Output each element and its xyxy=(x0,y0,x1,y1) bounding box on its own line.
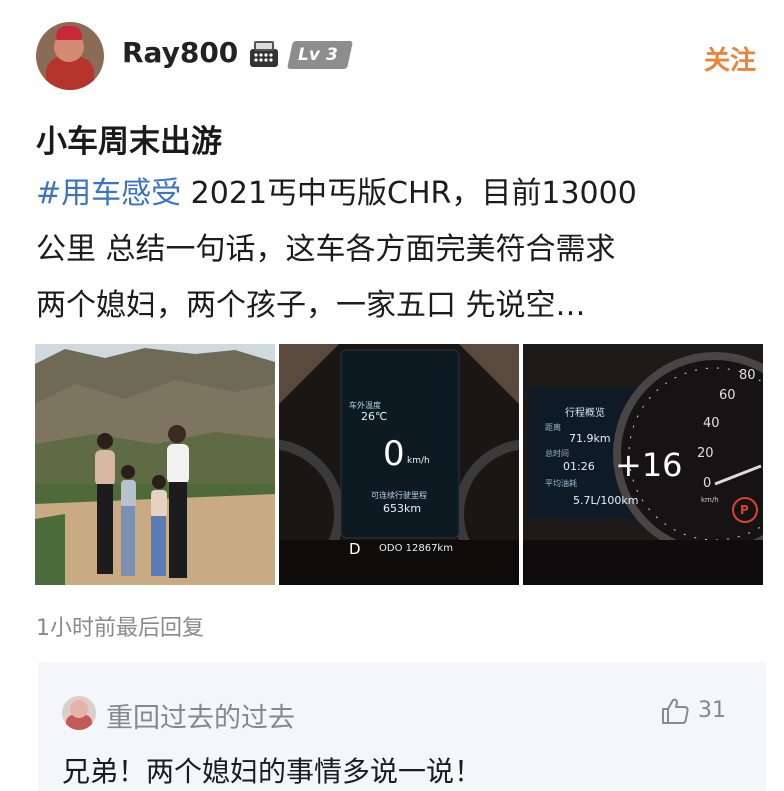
photo-trip-summary[interactable]: 行程概览 距离 71.9km 总时间 01:26 平均油耗 5.7L/100km… xyxy=(523,344,763,585)
more-images-count[interactable]: +16 xyxy=(615,446,683,484)
gauge-tick-20: 20 xyxy=(697,446,714,461)
comment-preview[interactable]: 重回过去的过去 31 兄弟！两个媳妇的事情多说一说！ xyxy=(38,662,766,791)
gauge-tick-60: 60 xyxy=(719,388,736,403)
post-body[interactable]: #用车感受 2021丐中丐版CHR，目前13000 公里 总结一句话，这车各方面… xyxy=(36,166,756,334)
time-label: 总时间 xyxy=(545,449,569,458)
like-count: 31 xyxy=(698,698,726,723)
gauge-tick-80: 80 xyxy=(739,368,756,383)
commenter-name[interactable]: 重回过去的过去 xyxy=(106,696,295,735)
fuel-value: 5.7L/100km xyxy=(573,494,639,507)
gauge-unit: km/h xyxy=(701,496,719,504)
odometer: ODO 12867km xyxy=(379,543,453,554)
body-line-2: 公里 总结一句话，这车各方面完美符合需求 xyxy=(36,232,616,267)
photo-family[interactable] xyxy=(35,344,275,585)
post-timestamp: 1小时前最后回复 xyxy=(36,616,204,641)
level-number: 3 xyxy=(325,45,338,65)
trip-header: 行程概览 xyxy=(565,408,605,419)
post-title: 小车周末出游 xyxy=(36,124,222,160)
level-badge: Lv 3 xyxy=(287,41,353,69)
speed-value: 0 xyxy=(383,434,405,474)
gear-indicator: D xyxy=(349,540,361,558)
body-line-1: 2021丐中丐版CHR，目前13000 xyxy=(181,176,637,211)
hashtag-link[interactable]: #用车感受 xyxy=(36,176,181,211)
time-value: 01:26 xyxy=(563,460,595,473)
thumbs-up-icon[interactable] xyxy=(660,696,690,726)
range-label: 可连续行驶里程 xyxy=(371,491,427,500)
comment-text: 兄弟！两个媳妇的事情多说一说！ xyxy=(62,755,483,788)
distance-label: 距离 xyxy=(545,423,561,432)
username[interactable]: Ray800 xyxy=(122,36,238,69)
speed-unit: km/h xyxy=(407,456,430,466)
gauge-tick-40: 40 xyxy=(703,416,720,431)
body-line-3: 两个媳妇，两个孩子，一家五口 先说空… xyxy=(36,288,586,323)
gauge-tick-0: 0 xyxy=(703,476,712,491)
fuel-label: 平均油耗 xyxy=(545,479,577,488)
parking-brake-icon: P xyxy=(740,503,749,517)
photo-grid: 车外温度 26℃ 0 km/h 可连续行驶里程 653km D ODO 1286… xyxy=(35,344,763,585)
follow-button[interactable]: 关注 xyxy=(704,40,756,77)
avatar[interactable] xyxy=(36,22,104,90)
post-header: Ray800 Lv 3 关注 xyxy=(0,0,784,100)
commenter-avatar[interactable] xyxy=(62,696,96,730)
typewriter-icon xyxy=(250,41,278,67)
photo-dashboard-speed[interactable]: 车外温度 26℃ 0 km/h 可连续行驶里程 653km D ODO 1286… xyxy=(279,344,519,585)
range-value: 653km xyxy=(383,502,422,515)
level-prefix: Lv xyxy=(298,45,320,65)
distance-value: 71.9km xyxy=(569,432,611,445)
outside-temp: 26℃ xyxy=(361,410,388,423)
